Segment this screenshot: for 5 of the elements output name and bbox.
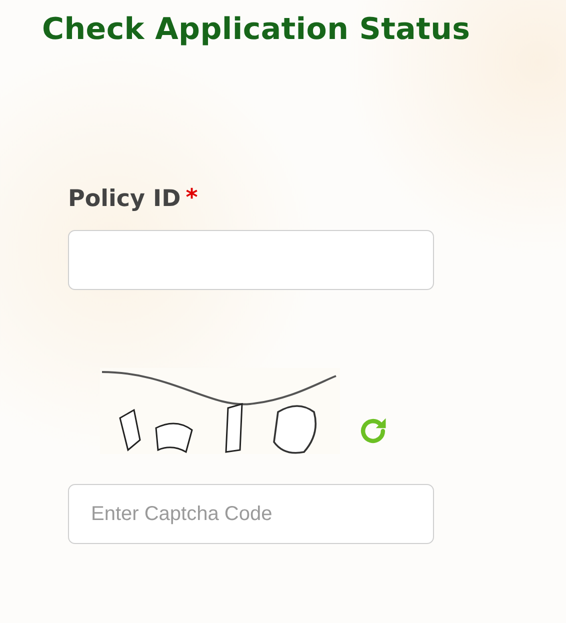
policy-id-field[interactable] bbox=[68, 230, 434, 290]
required-mark: * bbox=[186, 184, 198, 212]
field-label: Policy ID bbox=[68, 185, 181, 214]
captcha-field[interactable]: Enter Captcha Code bbox=[68, 484, 434, 544]
page-title: Check Application Status bbox=[42, 12, 472, 48]
